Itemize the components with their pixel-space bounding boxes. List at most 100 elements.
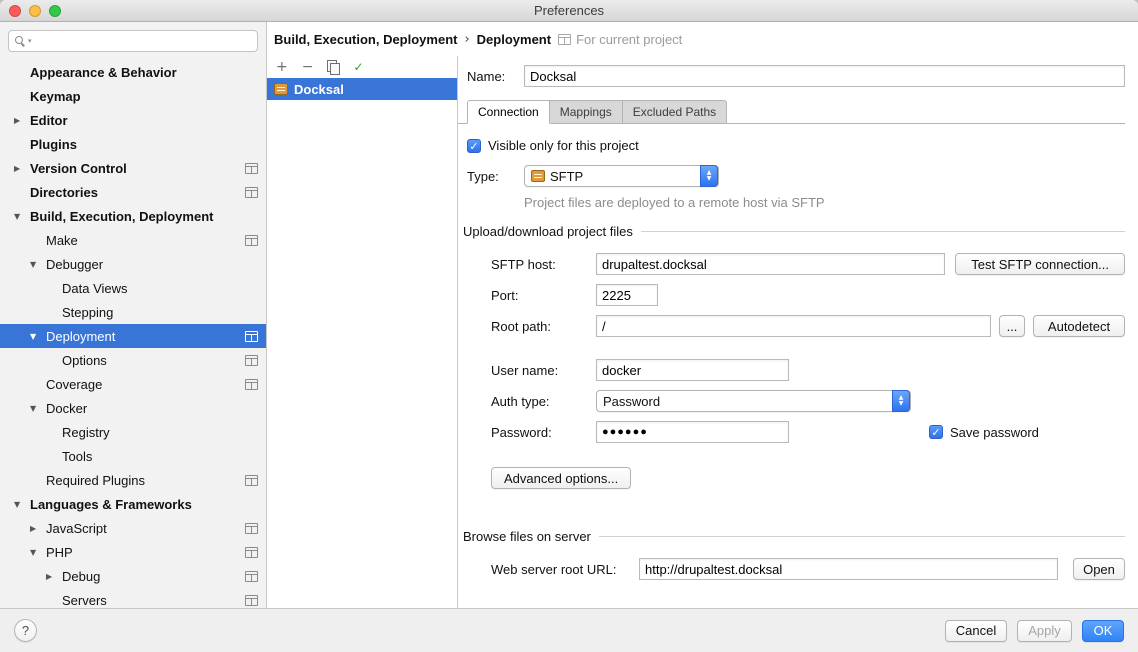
sidebar-item-javascript[interactable]: JavaScript [0,516,266,540]
server-list-toolbar: + − ✓ [267,56,457,78]
auth-type-dropdown[interactable]: Password ▲▼ [596,390,911,412]
minimize-window-icon[interactable] [29,5,41,17]
sidebar-item-build-execution-deployment[interactable]: Build, Execution, Deployment [0,204,266,228]
per-project-settings-icon [245,187,258,198]
sidebar-item-debugger[interactable]: Debugger [0,252,266,276]
password-input[interactable] [596,421,789,443]
test-connection-button[interactable]: Test SFTP connection... [955,253,1125,275]
sftp-type-icon [531,170,545,182]
sidebar-item-label: Stepping [62,305,113,320]
open-button[interactable]: Open [1073,558,1125,580]
sidebar-item-keymap[interactable]: Keymap [0,84,266,108]
chevron-right-icon[interactable] [14,164,30,173]
server-list-item-docksal[interactable]: Docksal [267,78,457,100]
sidebar-item-stepping[interactable]: Stepping [0,300,266,324]
sidebar-item-label: Required Plugins [46,473,145,488]
chevron-down-icon[interactable] [14,212,30,221]
sidebar-item-required-plugins[interactable]: Required Plugins [0,468,266,492]
per-project-settings-icon [245,571,258,582]
root-path-input[interactable] [596,315,991,337]
sidebar-item-plugins[interactable]: Plugins [0,132,266,156]
apply-button[interactable]: Apply [1017,620,1072,642]
sidebar-item-label: Build, Execution, Deployment [30,209,213,224]
remove-server-icon[interactable]: − [302,60,314,74]
add-server-icon[interactable]: + [276,60,288,74]
auth-type-value: Password [603,394,660,409]
chevron-right-icon[interactable] [46,572,62,581]
type-dropdown[interactable]: SFTP ▲▼ [524,165,719,187]
advanced-options-button[interactable]: Advanced options... [491,467,631,489]
password-label: Password: [491,425,596,440]
visible-only-row: ✓ Visible only for this project [467,138,1125,153]
settings-search-box[interactable]: ▾ [8,30,258,52]
chevron-down-icon[interactable] [30,404,46,413]
close-window-icon[interactable] [9,5,21,17]
chevron-down-icon[interactable] [30,332,46,341]
search-history-caret-icon[interactable]: ▾ [28,37,32,45]
breadcrumb-bar: Build, Execution, Deployment › Deploymen… [267,22,1138,56]
sidebar-item-registry[interactable]: Registry [0,420,266,444]
sidebar-item-label: Options [62,353,107,368]
sidebar-item-options[interactable]: Options [0,348,266,372]
per-project-settings-icon [245,163,258,174]
sidebar-item-docker[interactable]: Docker [0,396,266,420]
sidebar-item-debug[interactable]: Debug [0,564,266,588]
help-button[interactable]: ? [14,619,37,642]
tab-excluded-paths[interactable]: Excluded Paths [623,100,727,124]
sidebar-item-tools[interactable]: Tools [0,444,266,468]
per-project-settings-icon [245,523,258,534]
deployment-config-panel: Name: Connection Mappings Excluded Paths… [458,56,1138,608]
browse-button[interactable]: ... [999,315,1025,337]
use-as-default-icon[interactable]: ✓ [353,60,363,74]
breadcrumb-separator: › [464,32,469,47]
save-password-checkbox[interactable]: ✓ [929,425,943,439]
port-input[interactable] [596,284,658,306]
name-input[interactable] [524,65,1125,87]
chevron-down-icon[interactable] [30,548,46,557]
sidebar-item-php[interactable]: PHP [0,540,266,564]
sidebar-item-make[interactable]: Make [0,228,266,252]
web-root-input[interactable] [639,558,1058,580]
visible-only-checkbox[interactable]: ✓ [467,139,481,153]
breadcrumb-parent[interactable]: Build, Execution, Deployment [274,32,457,47]
sidebar-item-label: Plugins [30,137,77,152]
sidebar-item-languages-frameworks[interactable]: Languages & Frameworks [0,492,266,516]
config-tabs: Connection Mappings Excluded Paths [458,100,1125,124]
user-name-input[interactable] [596,359,789,381]
sidebar-item-label: Deployment [46,329,115,344]
sftp-host-label: SFTP host: [491,257,596,272]
ok-button[interactable]: OK [1082,620,1124,642]
sidebar-item-directories[interactable]: Directories [0,180,266,204]
web-root-label: Web server root URL: [491,562,639,577]
tab-connection[interactable]: Connection [467,100,550,124]
sidebar-item-label: Keymap [30,89,81,104]
sidebar-item-servers[interactable]: Servers [0,588,266,608]
name-row: Name: [467,65,1125,87]
sidebar-item-deployment[interactable]: Deployment [0,324,266,348]
sidebar-item-label: PHP [46,545,73,560]
chevron-right-icon[interactable] [30,524,46,533]
user-name-label: User name: [491,363,596,378]
auth-type-row: Auth type: Password ▲▼ [491,390,1125,412]
sidebar-item-version-control[interactable]: Version Control [0,156,266,180]
copy-server-icon[interactable] [327,60,339,74]
sidebar-item-appearance-behavior[interactable]: Appearance & Behavior [0,60,266,84]
per-project-settings-icon [245,547,258,558]
zoom-window-icon[interactable] [49,5,61,17]
autodetect-button[interactable]: Autodetect [1033,315,1125,337]
tab-mappings[interactable]: Mappings [550,100,623,124]
name-label: Name: [467,69,524,84]
sidebar-item-coverage[interactable]: Coverage [0,372,266,396]
chevron-right-icon[interactable] [14,116,30,125]
cancel-button[interactable]: Cancel [945,620,1007,642]
project-scope-label: For current project [558,32,682,47]
chevron-down-icon[interactable] [14,500,30,509]
chevron-down-icon[interactable] [30,260,46,269]
port-row: Port: [491,284,1125,306]
sftp-host-input[interactable] [596,253,945,275]
sftp-host-row: SFTP host: Test SFTP connection... [491,253,1125,275]
sidebar-item-editor[interactable]: Editor [0,108,266,132]
settings-search-input[interactable] [34,32,251,50]
sidebar-item-label: Tools [62,449,92,464]
sidebar-item-data-views[interactable]: Data Views [0,276,266,300]
